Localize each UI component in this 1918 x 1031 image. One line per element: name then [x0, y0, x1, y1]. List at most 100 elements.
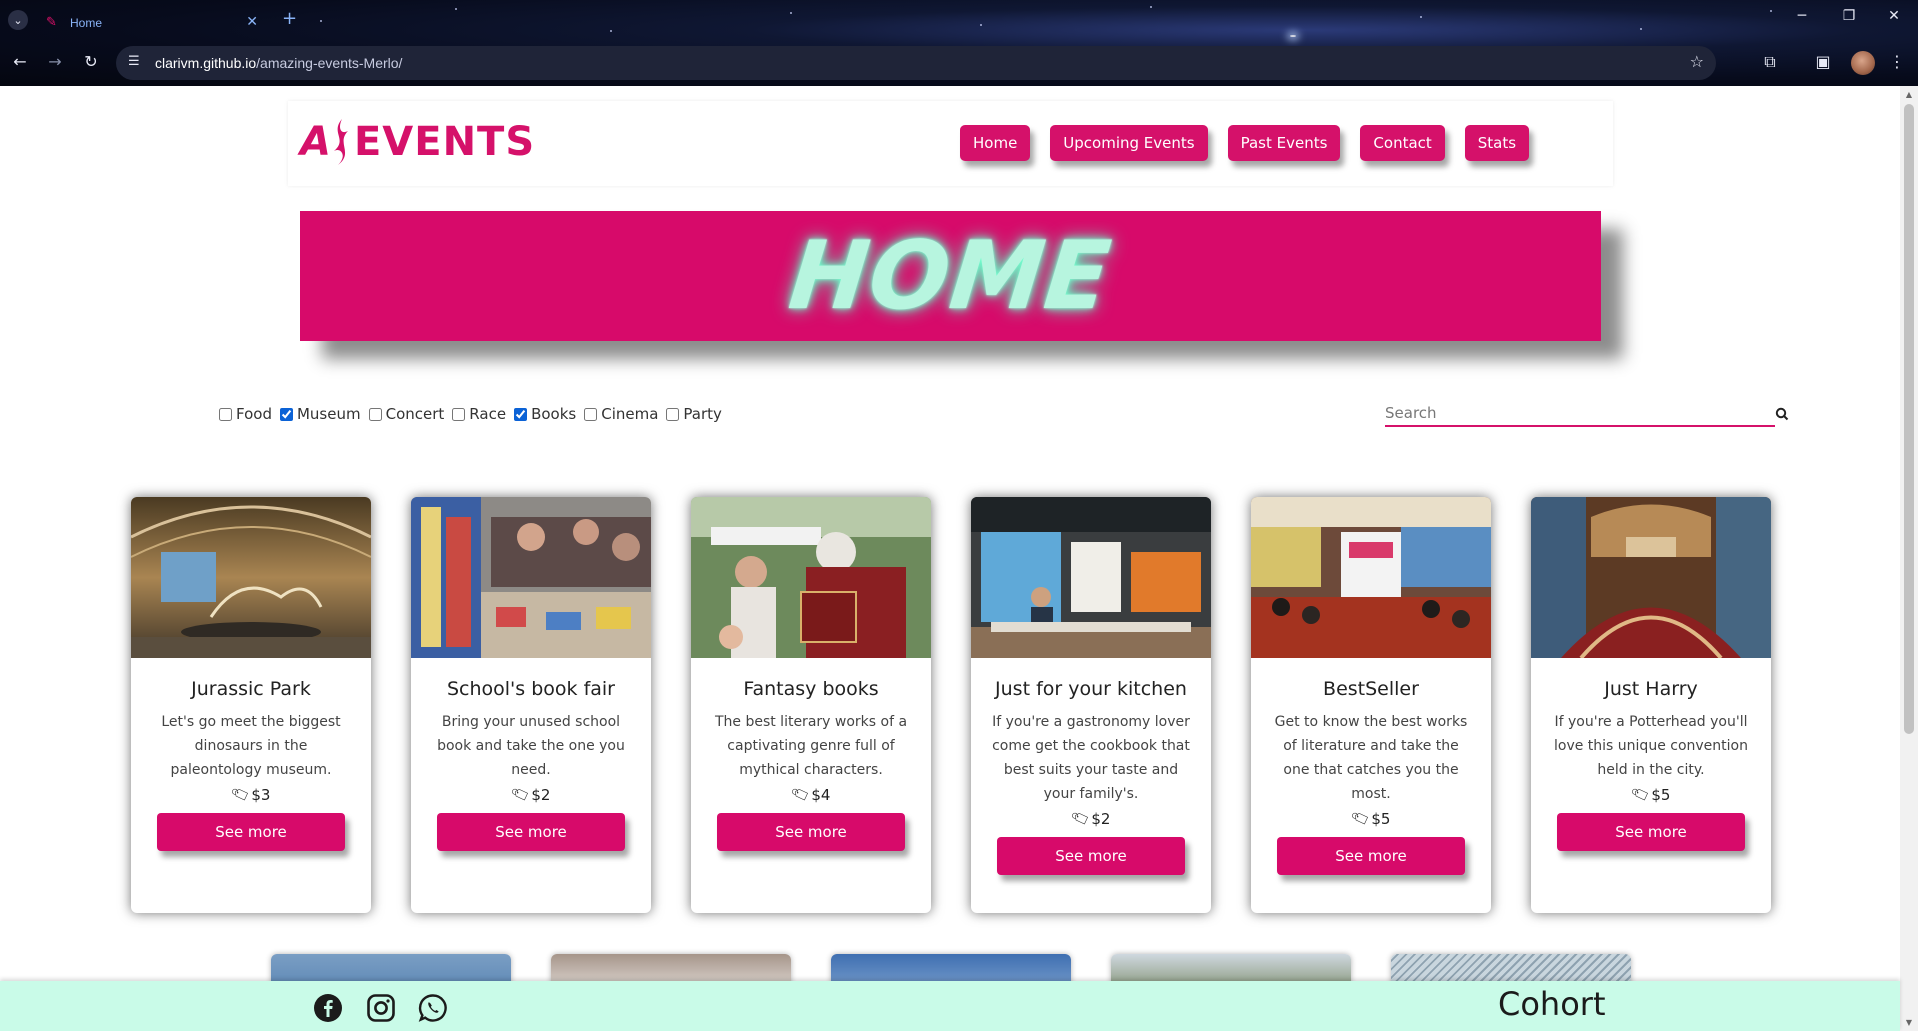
site-logo[interactable]: A EVENTS [300, 117, 535, 167]
price-tag-icon: 🏷 [1629, 784, 1652, 806]
event-description: If you're a gastronomy lover come get th… [992, 714, 1190, 802]
filter-cinema-checkbox[interactable] [584, 407, 598, 421]
filter-party-checkbox[interactable] [666, 407, 680, 421]
filter-label: Cinema [601, 405, 659, 423]
event-card: Jurassic Park Let's go meet the biggest … [131, 497, 371, 913]
reload-icon[interactable]: ↻ [79, 52, 103, 71]
filter-label: Concert [385, 405, 445, 423]
facebook-icon[interactable] [313, 993, 343, 1023]
nav-upcoming-events-button[interactable]: Upcoming Events [1050, 125, 1208, 161]
event-image [1251, 497, 1491, 658]
event-description: The best literary works of a captivating… [714, 714, 908, 778]
event-title: Jurassic Park [191, 678, 311, 700]
see-more-button[interactable]: See more [157, 813, 345, 851]
filter-race-checkbox[interactable] [452, 407, 466, 421]
browser-toolbar: ← → ↻ ☰ clarivm.github.io/amazing-events… [0, 46, 1918, 82]
event-image [971, 497, 1211, 658]
category-filters: Food Museum Concert Race Books Cinema Pa… [219, 405, 730, 423]
back-icon[interactable]: ← [8, 52, 32, 71]
event-price: 🏷 $4 [789, 784, 831, 806]
filter-museum[interactable]: Museum [279, 405, 361, 423]
nav-contact-button[interactable]: Contact [1360, 125, 1445, 161]
see-more-button[interactable]: See more [437, 813, 625, 851]
site-info-icon[interactable]: ☰ [128, 54, 140, 69]
event-title: BestSeller [1323, 678, 1419, 700]
see-more-button[interactable]: See more [1277, 837, 1465, 875]
filter-party[interactable]: Party [666, 405, 722, 423]
minimize-icon[interactable]: ─ [1790, 8, 1814, 24]
filter-race[interactable]: Race [452, 405, 506, 423]
bookmark-star-icon[interactable]: ☆ [1690, 52, 1704, 71]
event-description: If you're a Potterhead you'll love this … [1554, 714, 1748, 778]
event-price: 🏷 $2 [509, 784, 551, 806]
event-card: Just for your kitchen If you're a gastro… [971, 497, 1211, 913]
event-image [131, 497, 371, 658]
scroll-up-icon[interactable]: ▲ [1904, 90, 1914, 99]
filter-concert-checkbox[interactable] [368, 407, 382, 421]
scroll-down-icon[interactable]: ▼ [1904, 1018, 1914, 1027]
see-more-button[interactable]: See more [717, 813, 905, 851]
filter-label: Museum [296, 405, 361, 423]
filter-cinema[interactable]: Cinema [584, 405, 658, 423]
tab-strip: ⌄ ✎ Home ✕ + ─ ❐ ✕ [0, 0, 1918, 40]
close-window-icon[interactable]: ✕ [1882, 8, 1906, 24]
hero-banner: HOME [300, 211, 1601, 341]
profile-avatar[interactable] [1851, 51, 1875, 75]
event-title: Just Harry [1604, 678, 1698, 700]
site-header: A EVENTS Home Upcoming Events Past Event… [288, 101, 1613, 186]
filter-books[interactable]: Books [514, 405, 576, 423]
event-price: 🏷 $5 [1349, 808, 1391, 830]
scroll-thumb[interactable] [1904, 104, 1914, 734]
see-more-button[interactable]: See more [997, 837, 1185, 875]
footer-brand: Cohort [1498, 985, 1606, 1023]
search-icon[interactable] [1775, 401, 1789, 427]
filter-books-checkbox[interactable] [514, 407, 528, 421]
extensions-icon[interactable]: ⧉ [1758, 52, 1782, 72]
event-card: School's book fair Bring your unused sch… [411, 497, 651, 913]
see-more-button[interactable]: See more [1557, 813, 1745, 851]
event-image [691, 497, 931, 658]
instagram-icon[interactable] [366, 993, 396, 1023]
nav-past-events-button[interactable]: Past Events [1227, 125, 1341, 161]
new-tab-icon[interactable]: + [282, 8, 297, 29]
event-title: School's book fair [446, 678, 615, 700]
filter-label: Books [531, 405, 577, 423]
filter-museum-checkbox[interactable] [279, 407, 293, 421]
close-tab-icon[interactable]: ✕ [246, 14, 258, 30]
browser-tab[interactable]: ✎ Home ✕ [40, 8, 266, 38]
event-price: 🏷 $3 [229, 784, 271, 806]
site-favicon-icon: ✎ [46, 15, 57, 30]
side-panel-icon[interactable]: ▣ [1811, 52, 1835, 71]
tab-search-icon[interactable]: ⌄ [8, 10, 28, 30]
tab-title: Home [70, 16, 103, 30]
nav-home-button[interactable]: Home [960, 125, 1031, 161]
site-footer: Cohort [0, 981, 1900, 1031]
search-input[interactable] [1385, 401, 1775, 427]
price-tag-icon: 🏷 [509, 784, 532, 806]
event-title: Just for your kitchen [995, 678, 1187, 700]
logo-flame-icon [333, 119, 348, 165]
url-text: clarivm.github.io/amazing-events-Merlo/ [155, 55, 403, 71]
event-image [1531, 497, 1771, 660]
main-nav: Home Upcoming Events Past Events Contact… [960, 125, 1530, 161]
browser-menu-icon[interactable]: ⋮ [1885, 52, 1909, 71]
filter-label: Food [236, 405, 272, 423]
filter-label: Party [683, 405, 722, 423]
event-description: Let's go meet the biggest dinosaurs in t… [161, 714, 341, 778]
event-card: BestSeller Get to know the best works of… [1251, 497, 1491, 913]
search-box [1385, 401, 1789, 427]
nav-stats-button[interactable]: Stats [1464, 125, 1530, 161]
page-scrollbar[interactable]: ▲ ▼ [1900, 86, 1918, 1031]
page-title: HOME [784, 221, 1117, 331]
logo-text: EVENTS [353, 119, 536, 165]
forward-icon[interactable]: → [43, 52, 67, 71]
filter-food[interactable]: Food [219, 405, 272, 423]
price-tag-icon: 🏷 [1069, 808, 1092, 830]
filter-concert[interactable]: Concert [368, 405, 445, 423]
event-title: Fantasy books [743, 678, 879, 700]
filter-food-checkbox[interactable] [219, 407, 232, 421]
address-bar[interactable]: ☰ clarivm.github.io/amazing-events-Merlo… [116, 46, 1716, 80]
price-tag-icon: 🏷 [229, 784, 252, 806]
restore-icon[interactable]: ❐ [1837, 8, 1861, 24]
whatsapp-icon[interactable] [418, 993, 448, 1023]
